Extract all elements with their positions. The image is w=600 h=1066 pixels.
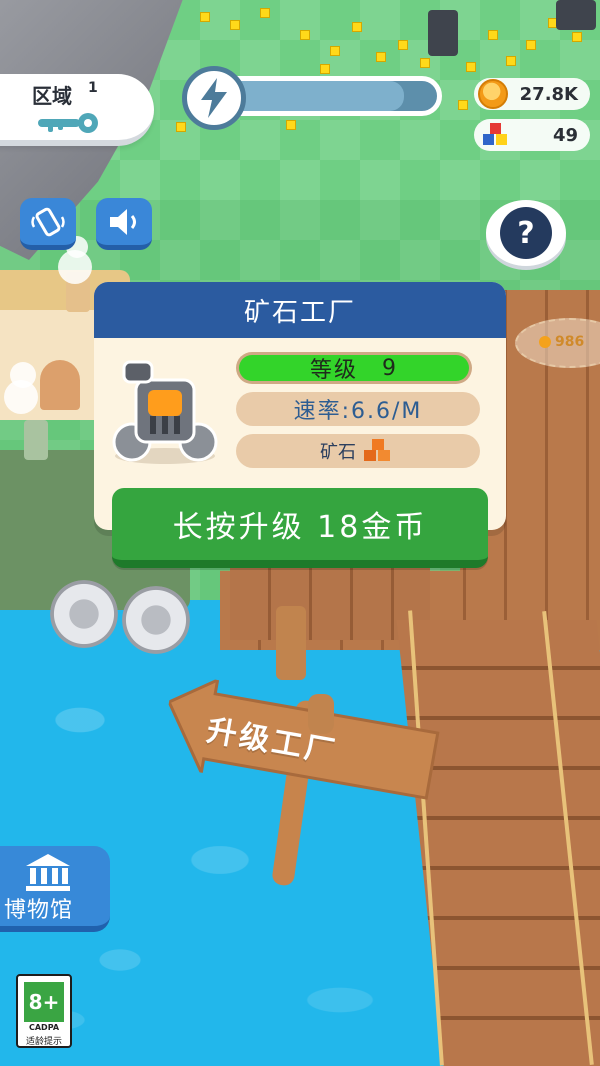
coin-icon (539, 336, 551, 348)
museum-label: 博物馆 (4, 898, 74, 923)
vibration-button[interactable] (20, 198, 76, 250)
coin-icon (478, 79, 508, 109)
level-bar: 等级 9 (236, 352, 472, 384)
gear (50, 580, 118, 648)
age-rating-badge: 8+ CADPA 适龄提示 (16, 974, 72, 1048)
product-label: 矿石 (320, 442, 356, 463)
block-amount: 49 (552, 124, 578, 146)
age-rating-hint: 适龄提示 (25, 1037, 62, 1047)
age-rating-org: CADPA (28, 1023, 60, 1032)
ore-rock (428, 10, 458, 56)
house-door (40, 360, 80, 410)
ore-pickup (572, 32, 582, 42)
panel-title: 矿石工厂 (94, 282, 506, 338)
zone-label: 区域 (32, 84, 72, 108)
ore-pickup (352, 22, 362, 32)
ground-coin-amount: 986 (555, 334, 585, 350)
cubes-icon (483, 123, 507, 145)
ore-pickup (506, 56, 516, 66)
ore-pickup (260, 8, 270, 18)
level-bar-fill: 等级 9 (239, 355, 469, 383)
furnace-icon (112, 360, 218, 464)
level-value: 9 (382, 355, 398, 381)
ore-pickup (420, 58, 430, 68)
help-button[interactable]: ? (486, 200, 566, 266)
ore-pickup (398, 40, 408, 50)
age-rating: 8+ (24, 982, 64, 1022)
ore-pickup (466, 62, 476, 72)
ore-rock (556, 0, 596, 30)
zone-panel[interactable]: 区域 1 (0, 74, 154, 146)
coin-counter: 27.8K (474, 78, 590, 110)
museum-icon (26, 854, 70, 891)
question-icon: ? (500, 207, 552, 259)
gear (122, 586, 190, 654)
key-icon (38, 113, 98, 133)
coin-amount: 27.8K (519, 83, 578, 105)
energy-button[interactable] (182, 66, 246, 130)
museum-button[interactable]: 博物馆 (0, 846, 110, 932)
ore-pickup (200, 12, 210, 22)
zone-number: 1 (88, 80, 98, 96)
smoke (10, 362, 36, 388)
lightning-icon (201, 78, 227, 118)
ore-pickup (300, 30, 310, 40)
ore-pickup (376, 52, 386, 62)
dock-post (276, 606, 306, 680)
rate-text: 速率:6.6/M (293, 399, 423, 424)
ore-pickup (330, 46, 340, 56)
upgrade-button[interactable]: 长按升级 18金币 (112, 488, 488, 568)
ore-pickup (176, 122, 186, 132)
sound-button[interactable] (96, 198, 152, 250)
ore-cubes-icon (364, 439, 390, 461)
ore-pickup (488, 30, 498, 40)
ore-pickup (230, 20, 240, 30)
rate-stat: 速率:6.6/M (236, 392, 480, 426)
speaker-icon (110, 208, 136, 235)
block-counter: 49 (474, 119, 590, 151)
signpost-top (308, 694, 334, 734)
chimney (24, 420, 48, 460)
vibrate-icon (31, 207, 65, 236)
product-stat: 矿石 (236, 434, 480, 468)
level-label: 等级 (309, 358, 358, 383)
ore-pickup (458, 100, 468, 110)
ore-pickup (286, 120, 296, 130)
ore-pickup (526, 40, 536, 50)
ore-pickup (320, 64, 330, 74)
